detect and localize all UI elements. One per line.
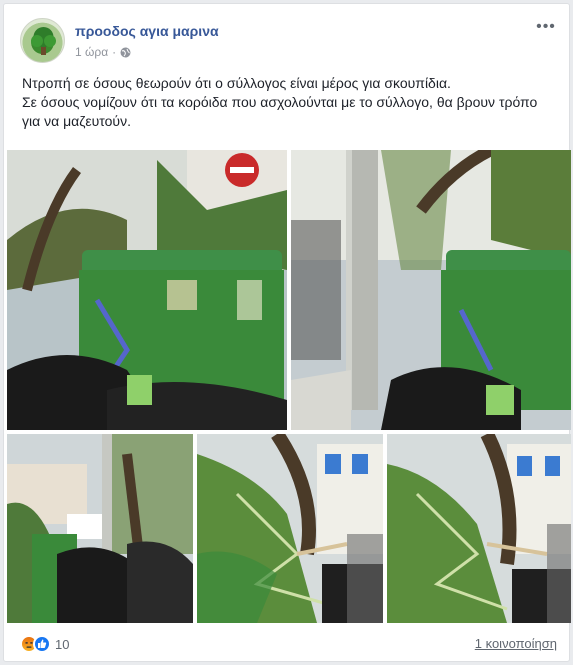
photo-1[interactable] <box>7 150 287 430</box>
photo-grid <box>7 150 571 623</box>
globe-icon <box>120 47 131 58</box>
post-meta: 1 ώρα · <box>75 45 131 59</box>
photo-3[interactable] <box>7 434 193 623</box>
meta-separator: · <box>112 45 117 59</box>
more-horizontal-icon: ••• <box>536 18 556 35</box>
post-footer: 10 1 κοινοποίηση <box>20 630 557 656</box>
post-timestamp[interactable]: 1 ώρα <box>75 45 108 59</box>
photo-4[interactable] <box>197 434 383 623</box>
more-options-button[interactable]: ••• <box>535 19 557 36</box>
post-text-line-2: Σε όσους νομίζουν ότι τα κορόιδα που ασχ… <box>22 94 538 129</box>
photo-2[interactable] <box>291 150 571 430</box>
post-header: προοδος αγια μαρινα 1 ώρα · ••• <box>20 18 557 68</box>
page-name-link[interactable]: προοδος αγια μαρινα <box>75 23 219 39</box>
post-card: προοδος αγια μαρινα 1 ώρα · ••• Ντροπή σ… <box>3 3 571 662</box>
like-icon <box>33 635 51 653</box>
reaction-count: 10 <box>55 636 70 652</box>
page-avatar[interactable] <box>20 18 65 63</box>
shares-link[interactable]: 1 κοινοποίηση <box>475 636 557 651</box>
photo-5[interactable] <box>387 434 571 623</box>
post-text-line-1: Ντροπή σε όσους θεωρούν ότι ο σύλλογος ε… <box>22 75 451 91</box>
tree-logo-icon <box>31 27 56 55</box>
reactions-summary[interactable]: 10 <box>20 635 69 653</box>
post-text: Ντροπή σε όσους θεωρούν ότι ο σύλλογος ε… <box>22 74 552 131</box>
